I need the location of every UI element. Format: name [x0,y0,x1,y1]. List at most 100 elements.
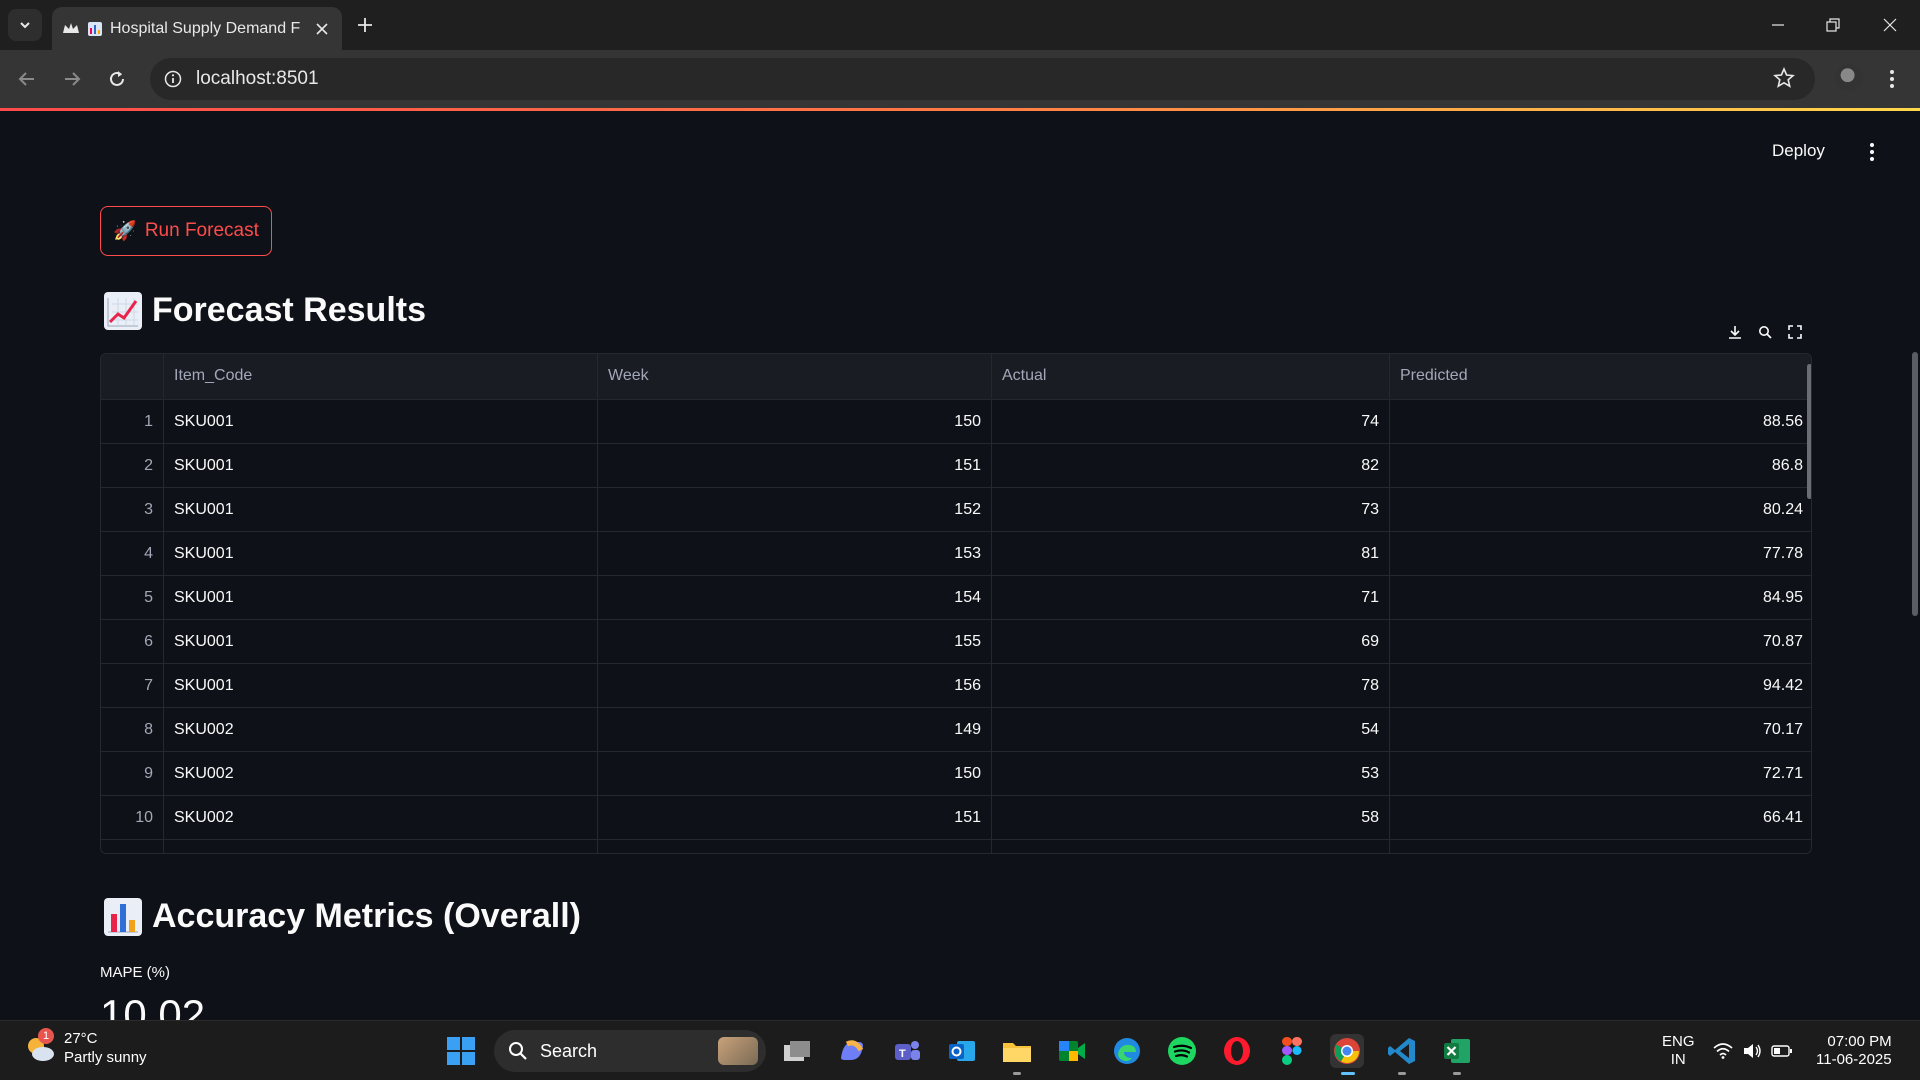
row-index[interactable]: 1 [101,400,164,444]
predicted-cell[interactable]: 66.41 [1390,796,1811,840]
close-tab-icon[interactable] [312,19,332,39]
table-row[interactable]: 8 SKU002 149 54 70.17 [101,708,1811,752]
url-text[interactable]: localhost:8501 [196,68,319,90]
bookmark-star-icon[interactable] [1773,66,1795,94]
row-index[interactable]: 4 [101,532,164,576]
forecast-dataframe[interactable]: Item_Code Week Actual Predicted 1 SKU001 1… [100,353,1812,854]
item-code-cell[interactable]: SKU001 [164,576,598,620]
table-row[interactable]: 6 SKU001 155 69 70.87 [101,620,1811,664]
table-row[interactable]: 9 SKU002 150 53 72.71 [101,752,1811,796]
browser-tab[interactable]: Hospital Supply Demand Fo [52,7,342,50]
actual-cell[interactable]: 78 [992,664,1390,708]
site-info-icon[interactable] [164,70,182,88]
row-index[interactable]: 6 [101,620,164,664]
opera-icon[interactable] [1220,1034,1254,1068]
item-code-cell[interactable]: SKU001 [164,620,598,664]
week-cell[interactable]: 151 [598,444,992,488]
week-cell[interactable]: 151 [598,796,992,840]
actual-cell[interactable]: 81 [992,532,1390,576]
forward-button[interactable] [57,64,87,94]
edge-icon[interactable] [1110,1034,1144,1068]
column-header[interactable]: Actual [992,354,1390,398]
column-header[interactable]: Predicted [1390,354,1811,398]
actual-cell[interactable]: 74 [992,400,1390,444]
teams-icon[interactable]: T [890,1034,924,1068]
google-meet-icon[interactable] [1055,1034,1089,1068]
row-index[interactable]: 8 [101,708,164,752]
week-cell[interactable]: 155 [598,620,992,664]
predicted-cell[interactable]: 88.56 [1390,400,1811,444]
tab-search-button[interactable] [8,9,42,41]
actual-cell[interactable]: 71 [992,576,1390,620]
download-icon[interactable] [1728,325,1742,339]
taskbar-search[interactable]: Search [494,1030,766,1072]
item-code-cell[interactable]: SKU002 [164,796,598,840]
row-index[interactable]: 10 [101,796,164,840]
table-row[interactable]: 5 SKU001 154 71 84.95 [101,576,1811,620]
table-row[interactable]: 10 SKU002 151 58 66.41 [101,796,1811,840]
restore-button[interactable] [1813,10,1853,40]
predicted-cell[interactable]: 72.71 [1390,752,1811,796]
predicted-cell[interactable]: 94.42 [1390,664,1811,708]
system-tray-icons[interactable] [1713,1034,1793,1068]
week-cell[interactable]: 150 [598,752,992,796]
table-row[interactable]: 1 SKU001 150 74 88.56 [101,400,1811,444]
figma-icon[interactable] [1275,1034,1309,1068]
table-row-partial[interactable] [101,840,1811,853]
file-explorer-icon[interactable] [1000,1034,1034,1068]
actual-cell[interactable]: 82 [992,444,1390,488]
search-icon[interactable] [1758,325,1772,339]
windows-start-button[interactable] [444,1034,478,1068]
actual-cell[interactable]: 58 [992,796,1390,840]
address-bar[interactable]: localhost:8501 [150,58,1815,100]
item-code-cell[interactable]: SKU001 [164,400,598,444]
weather-widget[interactable]: 1 27°C Partly sunny [24,1028,147,1067]
predicted-cell[interactable]: 86.8 [1390,444,1811,488]
table-scrollbar[interactable] [1807,364,1811,499]
page-scrollbar[interactable] [1912,352,1918,616]
app-menu-button[interactable] [1862,139,1882,165]
browser-menu-button[interactable] [1882,64,1902,94]
vscode-icon[interactable] [1385,1034,1419,1068]
item-code-cell[interactable]: SKU001 [164,532,598,576]
profile-avatar[interactable] [1835,64,1863,92]
predicted-cell[interactable]: 70.87 [1390,620,1811,664]
back-button[interactable] [12,64,42,94]
item-code-cell[interactable]: SKU002 [164,752,598,796]
row-index[interactable]: 7 [101,664,164,708]
run-forecast-button[interactable]: 🚀 Run Forecast [100,206,272,256]
copilot-icon[interactable] [835,1034,869,1068]
predicted-cell[interactable]: 70.17 [1390,708,1811,752]
spotify-icon[interactable] [1165,1034,1199,1068]
row-index[interactable]: 5 [101,576,164,620]
clock[interactable]: 07:00 PM 11-06-2025 [1816,1033,1892,1069]
column-header[interactable]: Item_Code [164,354,598,398]
language-indicator[interactable]: ENG IN [1662,1033,1695,1069]
column-header[interactable]: Week [598,354,992,398]
chrome-icon[interactable] [1330,1034,1364,1068]
excel-icon[interactable] [1440,1034,1474,1068]
week-cell[interactable]: 152 [598,488,992,532]
actual-cell[interactable]: 73 [992,488,1390,532]
week-cell[interactable]: 149 [598,708,992,752]
table-row[interactable]: 4 SKU001 153 81 77.78 [101,532,1811,576]
row-index[interactable]: 9 [101,752,164,796]
item-code-cell[interactable]: SKU001 [164,444,598,488]
predicted-cell[interactable]: 84.95 [1390,576,1811,620]
week-cell[interactable]: 150 [598,400,992,444]
actual-cell[interactable]: 69 [992,620,1390,664]
item-code-cell[interactable]: SKU001 [164,488,598,532]
deploy-button[interactable]: Deploy [1772,141,1825,161]
table-row[interactable]: 7 SKU001 156 78 94.42 [101,664,1811,708]
table-row[interactable]: 3 SKU001 152 73 80.24 [101,488,1811,532]
item-code-cell[interactable]: SKU002 [164,708,598,752]
week-cell[interactable]: 154 [598,576,992,620]
task-view-icon[interactable] [780,1034,814,1068]
item-code-cell[interactable]: SKU001 [164,664,598,708]
week-cell[interactable]: 156 [598,664,992,708]
actual-cell[interactable]: 53 [992,752,1390,796]
fullscreen-icon[interactable] [1788,325,1802,339]
row-index[interactable]: 3 [101,488,164,532]
table-row[interactable]: 2 SKU001 151 82 86.8 [101,444,1811,488]
new-tab-button[interactable] [352,12,378,38]
